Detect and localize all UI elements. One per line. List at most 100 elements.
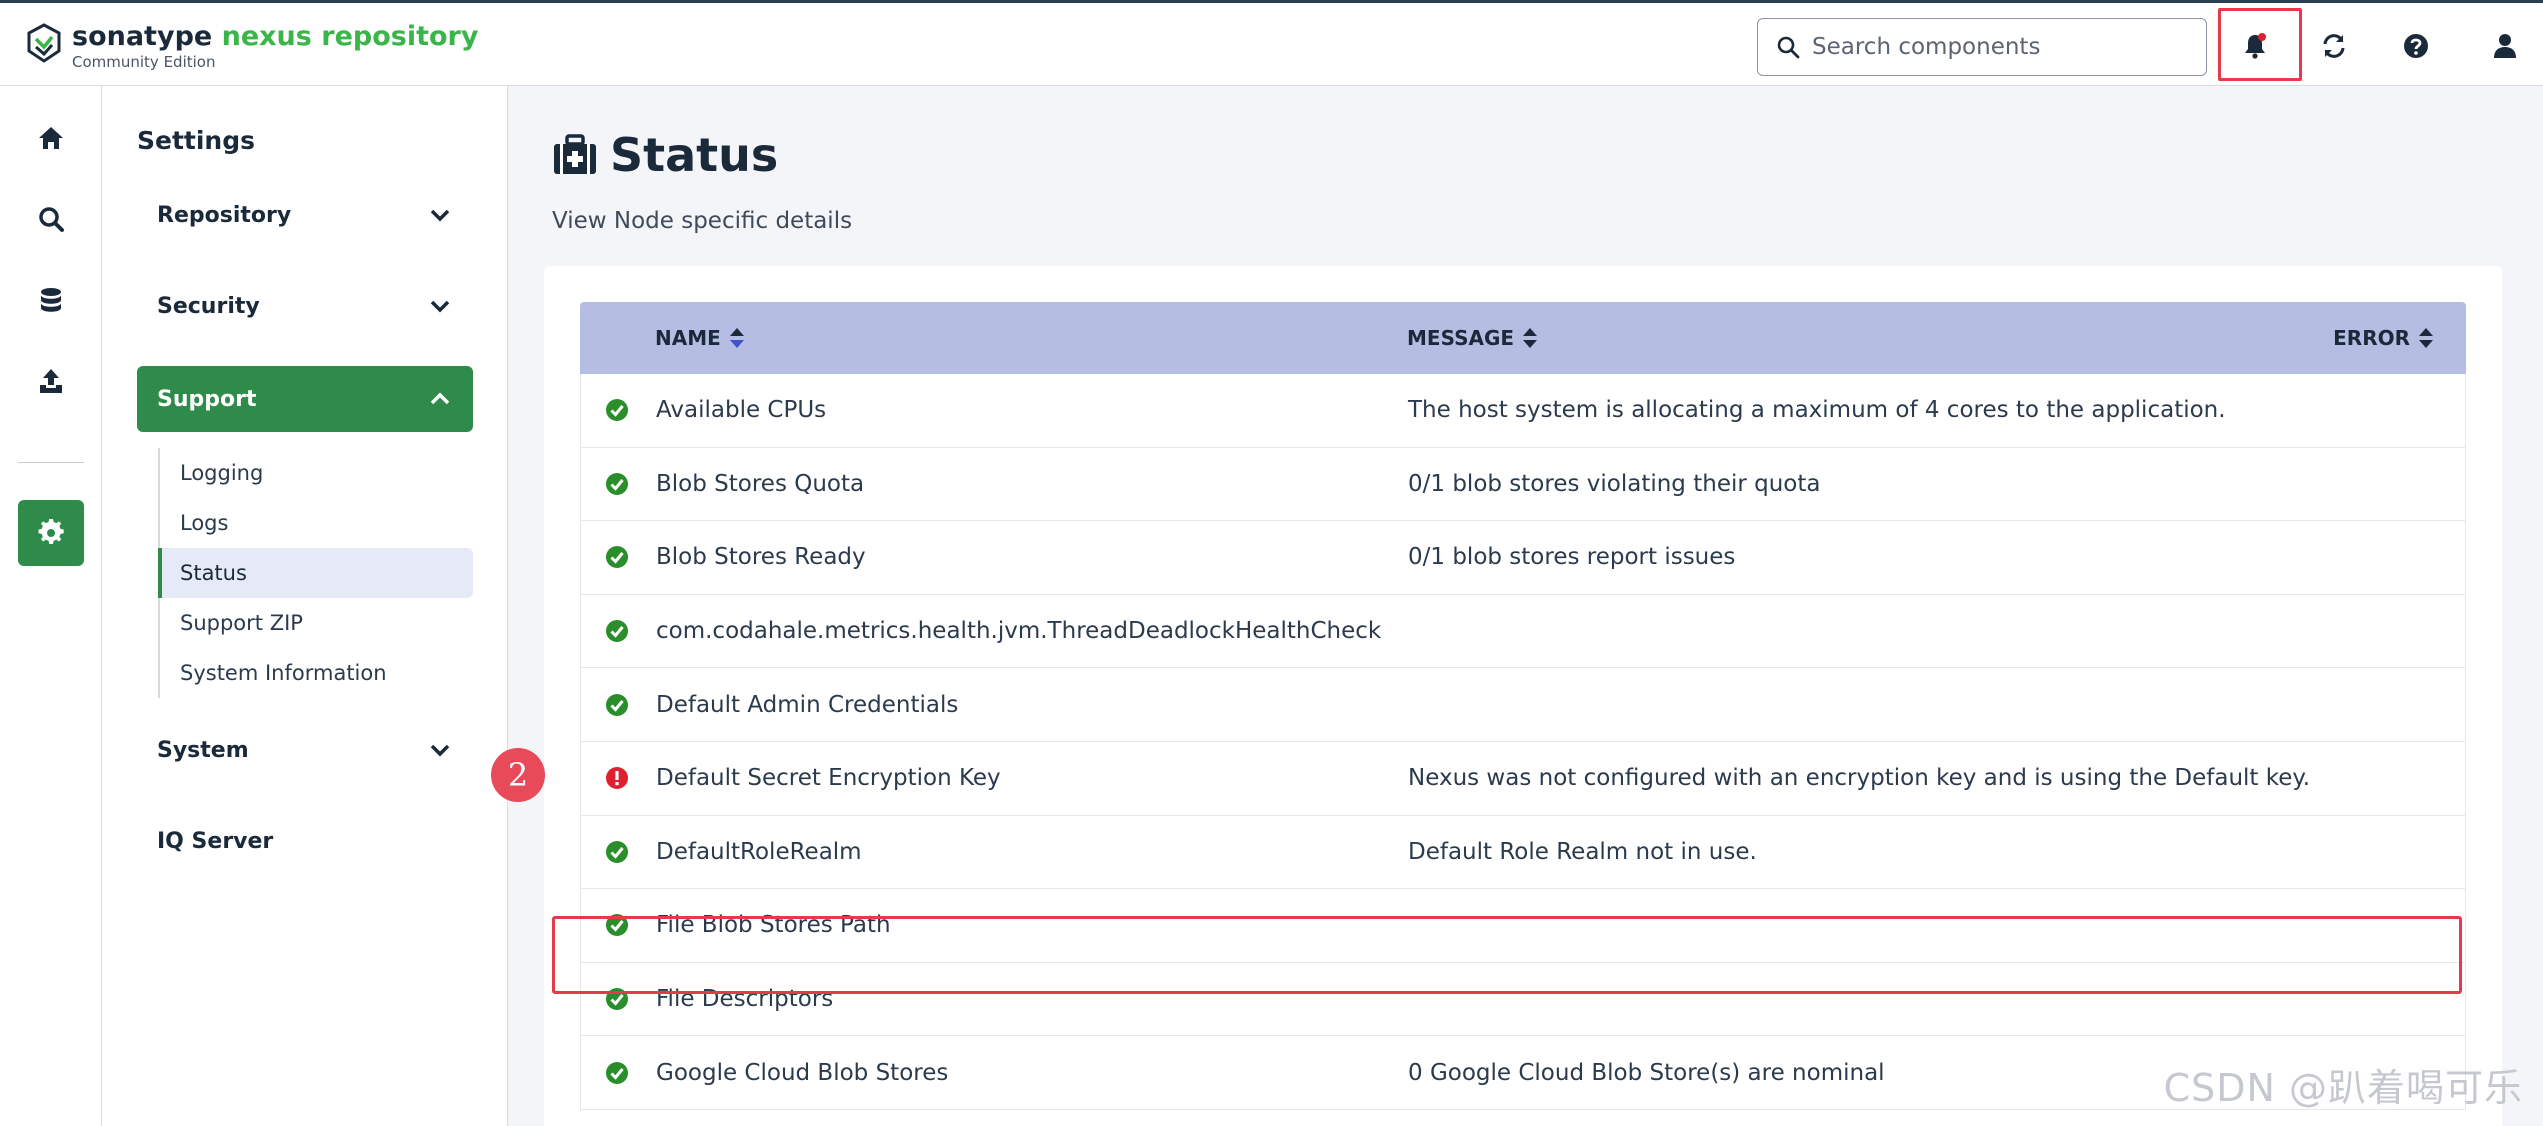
brand-logo[interactable]: sonatype nexus repository Community Edit… [26, 21, 478, 71]
table-header: NAME MESSAGE ERROR [580, 302, 2466, 374]
check-circle-icon [606, 399, 628, 422]
cell-name: File Descriptors [656, 986, 834, 1013]
cell-message: Default Role Realm not in use. [1408, 838, 1757, 865]
refresh-button[interactable] [2309, 21, 2359, 71]
chevron-up-icon [430, 392, 450, 405]
database-icon [41, 288, 61, 312]
brand-edition: Community Edition [72, 53, 216, 71]
table-row[interactable]: DefaultRoleRealm Default Role Realm not i… [581, 816, 2465, 890]
table-body: Available CPUs The host system is allocat… [580, 374, 2466, 1110]
cell-name: Google Cloud Blob Stores [656, 1059, 949, 1086]
rail-search[interactable] [22, 190, 80, 248]
chevron-down-icon [430, 744, 450, 757]
column-header-label: ERROR [2333, 326, 2410, 350]
callout-2: 2 [491, 748, 545, 802]
search-icon [39, 207, 64, 232]
gear-icon [38, 519, 64, 545]
nav-group-iq-server[interactable]: IQ Server [137, 808, 473, 874]
status-table: NAME MESSAGE ERROR Available CPUs The hos… [580, 302, 2466, 1110]
rail-settings[interactable] [18, 500, 84, 566]
help-button[interactable] [2391, 21, 2441, 71]
settings-title: Settings [137, 126, 256, 155]
help-icon [2404, 34, 2428, 58]
column-header-name[interactable]: NAME [655, 326, 745, 350]
check-circle-icon [606, 988, 628, 1011]
cell-message: Nexus was not configured with an encrypt… [1408, 765, 2311, 792]
column-header-message[interactable]: MESSAGE [1407, 326, 1538, 350]
nav-group-label: Security [157, 293, 260, 319]
check-circle-icon [606, 693, 628, 716]
table-row[interactable]: File Blob Stores Path [581, 889, 2465, 963]
search-components-box[interactable] [1757, 18, 2207, 76]
user-icon [2494, 34, 2516, 58]
nav-group-label: IQ Server [157, 828, 274, 854]
rail-browse[interactable] [22, 271, 80, 329]
check-circle-icon [606, 472, 628, 495]
cell-message: 0/1 blob stores violating their quota [1408, 470, 1821, 497]
nav-group-repository[interactable]: Repository [137, 182, 473, 248]
rail-upload[interactable] [22, 352, 80, 410]
sort-asc-icon [729, 328, 744, 348]
user-menu-button[interactable] [2480, 21, 2530, 71]
nav-group-security[interactable]: Security [137, 273, 473, 339]
cell-message: The host system is allocating a maximum … [1408, 397, 2226, 424]
watermark: CSDN @趴着喝可乐 [2163, 1066, 2523, 1110]
sort-icon [2419, 328, 2433, 348]
notifications-button[interactable] [2230, 21, 2280, 71]
sub-item-logs[interactable]: Logs [160, 498, 473, 548]
page-title: Status [552, 128, 778, 182]
cell-name: File Blob Stores Path [656, 912, 891, 939]
check-circle-icon [606, 914, 628, 937]
sonatype-logo-icon [27, 23, 61, 63]
cell-name: Default Secret Encryption Key [656, 765, 1001, 792]
home-icon [39, 127, 63, 149]
sub-item-support-zip[interactable]: Support ZIP [160, 598, 473, 648]
table-row[interactable]: Available CPUs The host system is allocat… [581, 374, 2465, 448]
nav-group-system[interactable]: System [137, 717, 473, 783]
support-submenu: Logging Logs Status Support ZIP System I… [158, 448, 473, 698]
table-row[interactable]: com.codahale.metrics.health.jvm.ThreadDe… [581, 595, 2465, 669]
column-header-label: MESSAGE [1407, 326, 1515, 350]
nav-group-label: Repository [157, 202, 292, 228]
table-row[interactable]: Blob Stores Quota 0/1 blob stores violati… [581, 448, 2465, 522]
rail-home[interactable] [22, 109, 80, 167]
search-icon [1777, 36, 1800, 59]
cell-message: 0/1 blob stores report issues [1408, 544, 1736, 571]
bell-icon [2245, 33, 2266, 59]
table-row[interactable]: Default Admin Credentials [581, 668, 2465, 742]
sub-item-status[interactable]: Status [158, 548, 473, 598]
chevron-down-icon [430, 300, 450, 313]
table-row[interactable]: Default Secret Encryption Key Nexus was n… [581, 742, 2465, 816]
table-row[interactable]: File Descriptors [581, 963, 2465, 1037]
cell-name: com.codahale.metrics.health.jvm.ThreadDe… [656, 618, 1382, 645]
cell-name: Default Admin Credentials [656, 691, 959, 718]
chevron-down-icon [430, 209, 450, 222]
medkit-icon [554, 134, 596, 174]
cell-name: Available CPUs [656, 397, 827, 424]
nav-group-label: Support [157, 386, 257, 412]
check-circle-icon [606, 1061, 628, 1084]
cell-name: Blob Stores Quota [656, 470, 865, 497]
rail-divider [18, 462, 84, 463]
icon-rail [0, 86, 102, 1126]
status-card: NAME MESSAGE ERROR Available CPUs The hos… [544, 266, 2502, 1126]
cell-message: 0 Google Cloud Blob Store(s) are nominal [1408, 1059, 1885, 1086]
column-header-label: NAME [655, 326, 721, 350]
table-row[interactable]: Blob Stores Ready 0/1 blob stores report … [581, 521, 2465, 595]
column-header-error[interactable]: ERROR [2333, 326, 2434, 350]
settings-sidebar: Settings Repository Security Support Log… [102, 86, 508, 1126]
sub-item-system-information[interactable]: System Information [160, 648, 473, 698]
sort-icon [1523, 328, 1538, 348]
cell-name: DefaultRoleRealm [656, 838, 862, 865]
top-header: sonatype nexus repository Community Edit… [0, 0, 2543, 86]
check-circle-icon [606, 546, 628, 569]
sub-item-logging[interactable]: Logging [160, 448, 473, 498]
nav-group-support[interactable]: Support [137, 366, 473, 432]
page-title-text: Status [610, 128, 779, 182]
refresh-icon [2323, 34, 2345, 58]
brand-name: sonatype nexus repository [72, 21, 479, 52]
search-components-input[interactable] [1812, 34, 2172, 60]
check-circle-icon [606, 840, 628, 863]
error-circle-icon [606, 767, 628, 790]
check-circle-icon [606, 620, 628, 643]
